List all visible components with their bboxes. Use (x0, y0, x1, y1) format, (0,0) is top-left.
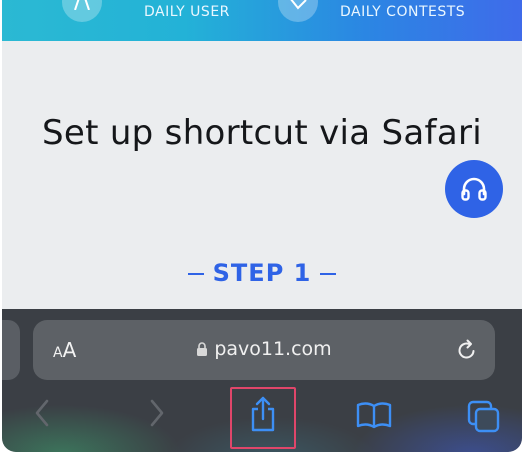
tabs-icon[interactable] (467, 400, 501, 434)
top-banner: DAILY USER DAILY CONTESTS (2, 0, 522, 41)
forward-icon[interactable] (145, 397, 167, 429)
main-content: Set up shortcut via Safari STEP 1 (2, 41, 522, 311)
user-icon (62, 0, 102, 22)
address-bar[interactable]: AA pavo11.com (33, 320, 495, 380)
safari-bottom-bar: AA pavo11.com (2, 309, 522, 452)
reload-icon[interactable] (455, 338, 479, 362)
phone-screen: DAILY USER DAILY CONTESTS Set up shortcu… (2, 0, 522, 452)
banner-item-daily-user[interactable]: DAILY USER (58, 0, 248, 41)
previous-tab-preview[interactable] (2, 320, 20, 380)
page-title: Set up shortcut via Safari (42, 113, 482, 153)
banner-label-daily-user: DAILY USER (144, 4, 230, 20)
back-icon[interactable] (32, 397, 54, 429)
headphones-icon (461, 177, 487, 201)
step-label: STEP 1 (212, 259, 312, 287)
lock-icon (197, 342, 208, 356)
share-button-highlight (230, 387, 296, 449)
step-indicator: STEP 1 (2, 259, 522, 287)
url-text: pavo11.com (214, 338, 332, 360)
bookmarks-icon[interactable] (356, 401, 392, 429)
banner-item-daily-contests[interactable]: DAILY CONTESTS (274, 0, 484, 41)
tag-icon (278, 0, 318, 22)
url-display[interactable]: pavo11.com (33, 338, 495, 360)
step-dash-right (320, 273, 337, 275)
support-button[interactable] (445, 160, 503, 218)
banner-label-daily-contests: DAILY CONTESTS (340, 4, 466, 20)
step-dash-left (187, 273, 204, 275)
